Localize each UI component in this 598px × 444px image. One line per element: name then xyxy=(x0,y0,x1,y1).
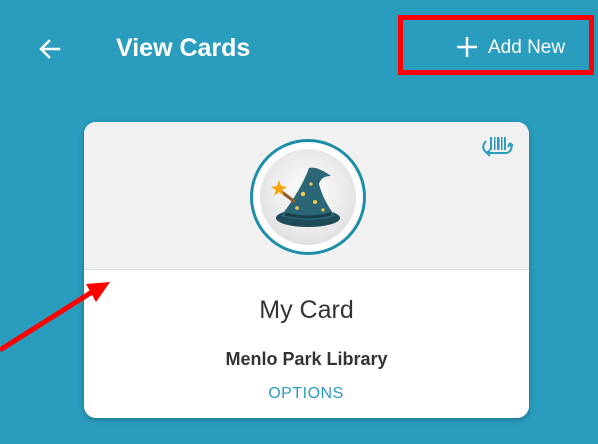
library-name: Menlo Park Library xyxy=(225,349,388,369)
barcode-sync-icon[interactable] xyxy=(477,134,519,160)
add-new-label: Add New xyxy=(488,37,566,58)
page-title: View Cards xyxy=(116,34,251,62)
card-name: My Card xyxy=(259,296,354,324)
card-header xyxy=(84,122,529,270)
options-button[interactable]: OPTIONS xyxy=(256,382,356,406)
arrow-left-icon xyxy=(39,39,61,59)
app-bar: View Cards Add New xyxy=(0,0,598,100)
add-new-button[interactable]: Add New xyxy=(400,18,590,78)
card-avatar xyxy=(250,139,366,255)
library-card[interactable]: My Card Menlo Park Library OPTIONS xyxy=(84,122,529,418)
wizard-hat-icon xyxy=(271,167,340,227)
plus-icon xyxy=(457,37,477,57)
back-button[interactable] xyxy=(30,26,70,72)
